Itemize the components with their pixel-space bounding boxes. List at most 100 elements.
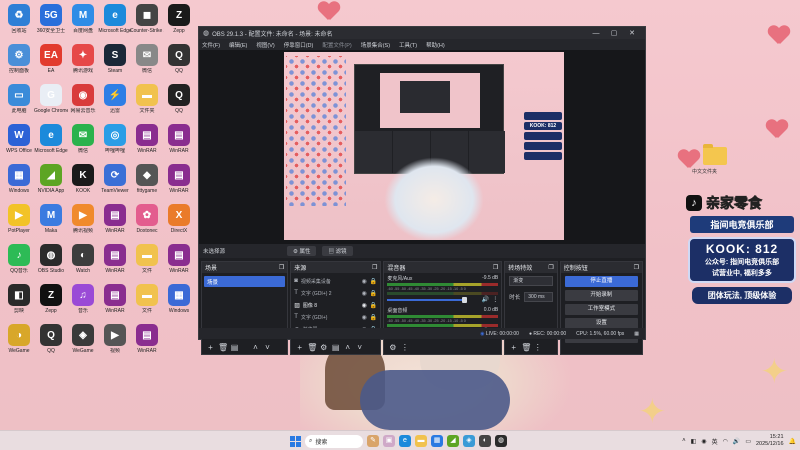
desktop-icon[interactable]: ▤ WinRAR — [162, 244, 196, 278]
filter-icon[interactable]: ▤ — [331, 343, 340, 352]
menu-tools[interactable]: 工具(T) — [399, 41, 417, 49]
desktop-icon[interactable]: ▤ WinRAR — [98, 204, 132, 238]
desktop-icon[interactable]: ▤ WinRAR — [98, 244, 132, 278]
app-icon[interactable]: ◈ — [463, 435, 475, 447]
desktop-icon[interactable]: ▶ 视频 — [98, 324, 132, 358]
menu-edit[interactable]: 编辑(E) — [229, 41, 247, 49]
slider-knob[interactable] — [461, 296, 467, 303]
desktop-icon[interactable]: Q QQ — [162, 84, 196, 118]
properties-button[interactable]: ⚙ 属性 — [287, 246, 317, 256]
desktop-icon[interactable]: ▤ WinRAR — [130, 124, 164, 158]
source-item[interactable]: T 文字 (GDI+) 2 ◉ 🔒 — [291, 287, 380, 299]
menu-dots-icon[interactable]: ⋮ — [492, 296, 498, 303]
desktop-icon[interactable]: ▦ Windows — [2, 164, 36, 198]
gear-icon[interactable]: ⚙ — [319, 343, 328, 352]
notification-icon[interactable]: 🔔 — [789, 438, 796, 445]
desktop-icon[interactable]: ◑ WeGame — [2, 324, 36, 358]
desktop-icon[interactable]: M 百度网盘 — [66, 4, 100, 38]
lock-icon[interactable]: 🔒 — [370, 290, 377, 297]
desktop-icon[interactable]: ✉ 微信 — [130, 44, 164, 78]
menu-profile[interactable]: 配置文件(P) — [322, 41, 351, 49]
desktop-icon[interactable]: M Maka — [34, 204, 68, 238]
desktop-icon[interactable]: e Microsoft Edge — [98, 4, 132, 38]
source-item[interactable]: T 文字 (GDI+) ◉ 🔒 — [291, 311, 380, 323]
desktop-icon[interactable]: ◍ OBS Studio — [34, 244, 68, 278]
app-tray-icon[interactable]: ◉ — [701, 438, 706, 445]
desktop-icon[interactable]: ▶ 腾讯视频 — [66, 204, 100, 238]
desktop-icon[interactable]: G Google Chrome — [34, 84, 68, 118]
desktop-icon[interactable]: ♫ 音乐 — [66, 284, 100, 318]
windows-start-icon[interactable] — [290, 435, 301, 447]
chevron-up-icon[interactable]: ˄ — [251, 343, 260, 352]
widgets-icon[interactable]: ✎ — [367, 435, 379, 447]
chevron-up-icon[interactable]: ˄ — [682, 438, 686, 444]
desktop-icon[interactable]: ♪ QQ音乐 — [2, 244, 36, 278]
volume-slider[interactable] — [387, 296, 467, 303]
desktop-icon[interactable]: ▬ 文件 — [130, 244, 164, 278]
desktop-icon[interactable]: e Microsoft Edge — [34, 124, 68, 158]
obs-icon[interactable]: ◍ — [495, 435, 507, 447]
desktop-icon[interactable]: EA EA — [34, 44, 68, 78]
clock[interactable]: 15:21 2025/12/16 — [756, 434, 784, 448]
lock-icon[interactable]: 🔒 — [370, 278, 377, 285]
menu-help[interactable]: 帮助(H) — [426, 41, 445, 49]
maximize-icon[interactable]: ▢ — [605, 29, 623, 37]
studio-mode-button[interactable]: 工作室模式 — [564, 304, 638, 315]
trash-icon[interactable]: 🗑 — [521, 343, 531, 352]
desktop-icon[interactable]: W WPS Office — [2, 124, 36, 158]
desktop-icon[interactable]: ▤ WinRAR — [162, 124, 196, 158]
eye-icon[interactable]: ◉ — [362, 290, 367, 297]
resize-grip-icon[interactable]: ▦ — [634, 331, 639, 337]
chevron-up-icon[interactable]: ˄ — [343, 343, 352, 352]
input-language[interactable]: 英 — [712, 437, 718, 446]
desktop-icon[interactable]: ▭ 此电脑 — [2, 84, 36, 118]
desktop-icon[interactable]: Z Zepp — [162, 4, 196, 38]
desktop-icon[interactable]: ⚡ 迅雷 — [98, 84, 132, 118]
desktop-icon[interactable]: ▬ 文件夹 — [130, 84, 164, 118]
add-icon[interactable]: + — [206, 343, 215, 352]
desktop-icon[interactable]: S Steam — [98, 44, 132, 78]
undock-icon[interactable]: ❐ — [279, 264, 284, 271]
desktop-icon[interactable]: 5G 360安全卫士 — [34, 4, 68, 38]
desktop-icon[interactable]: ♻ 回收站 — [2, 4, 36, 38]
desktop-icon[interactable]: ◎ 哔哩哔哩 — [98, 124, 132, 158]
desktop-icon[interactable]: Z Zepp — [34, 284, 68, 318]
chevron-down-icon[interactable]: ˅ — [263, 343, 272, 352]
transition-select[interactable]: 渐变 — [509, 276, 553, 286]
task-view-icon[interactable]: ▣ — [383, 435, 395, 447]
desktop-icon[interactable]: ◉ 网易云音乐 — [66, 84, 100, 118]
desktop-icon[interactable]: ⚙ 控制面板 — [2, 44, 36, 78]
duration-input[interactable]: 300 ms — [524, 292, 553, 302]
eye-icon[interactable]: ◉ — [362, 302, 367, 309]
desktop-icon[interactable]: ⟳ TeamViewer — [98, 164, 132, 198]
source-item[interactable]: ▨ 图像 8 ◉ 🔒 — [291, 299, 380, 311]
battery-icon[interactable]: ▭ — [745, 438, 751, 445]
speaker-icon[interactable]: 🔊 — [733, 438, 740, 445]
edge-icon[interactable]: e — [399, 435, 411, 447]
store-icon[interactable]: ▦ — [431, 435, 443, 447]
preview-canvas[interactable]: KOOK: 812 — [199, 50, 645, 244]
desktop-icon[interactable]: X DirectX — [162, 204, 196, 238]
desktop-icon[interactable]: ▤ WinRAR — [162, 164, 196, 198]
trash-icon[interactable]: 🗑 — [307, 343, 317, 352]
menu-file[interactable]: 文件(F) — [202, 41, 220, 49]
nvidia-icon[interactable]: ◢ — [447, 435, 459, 447]
filter-icon[interactable]: ▤ — [230, 343, 239, 352]
menu-docks[interactable]: 停靠窗口(D) — [284, 41, 314, 49]
add-icon[interactable]: + — [509, 343, 518, 352]
stop-streaming-button[interactable]: 停止直播 — [564, 276, 638, 287]
desktop-icon[interactable]: ▤ WinRAR — [98, 284, 132, 318]
eye-icon[interactable]: ◉ — [362, 314, 367, 321]
menu-scene-collection[interactable]: 场景集合(S) — [361, 41, 390, 49]
desktop-icon[interactable]: ◐ Watch — [66, 244, 100, 278]
undock-icon[interactable]: ❐ — [372, 264, 377, 271]
app-tray-icon[interactable]: ◧ — [691, 438, 697, 445]
file-explorer-icon[interactable]: ▬ — [415, 435, 427, 447]
filters-button[interactable]: ▤ 滤镜 — [322, 246, 353, 256]
desktop-icon[interactable]: ✿ Doxtonec — [130, 204, 164, 238]
speaker-icon[interactable]: 🔊 — [482, 296, 489, 303]
desktop-icon[interactable]: ▤ WinRAR — [130, 324, 164, 358]
eye-icon[interactable]: ◉ — [362, 278, 367, 285]
trash-icon[interactable]: 🗑 — [218, 343, 228, 352]
desktop-icon[interactable]: ▶ PotPlayer — [2, 204, 36, 238]
